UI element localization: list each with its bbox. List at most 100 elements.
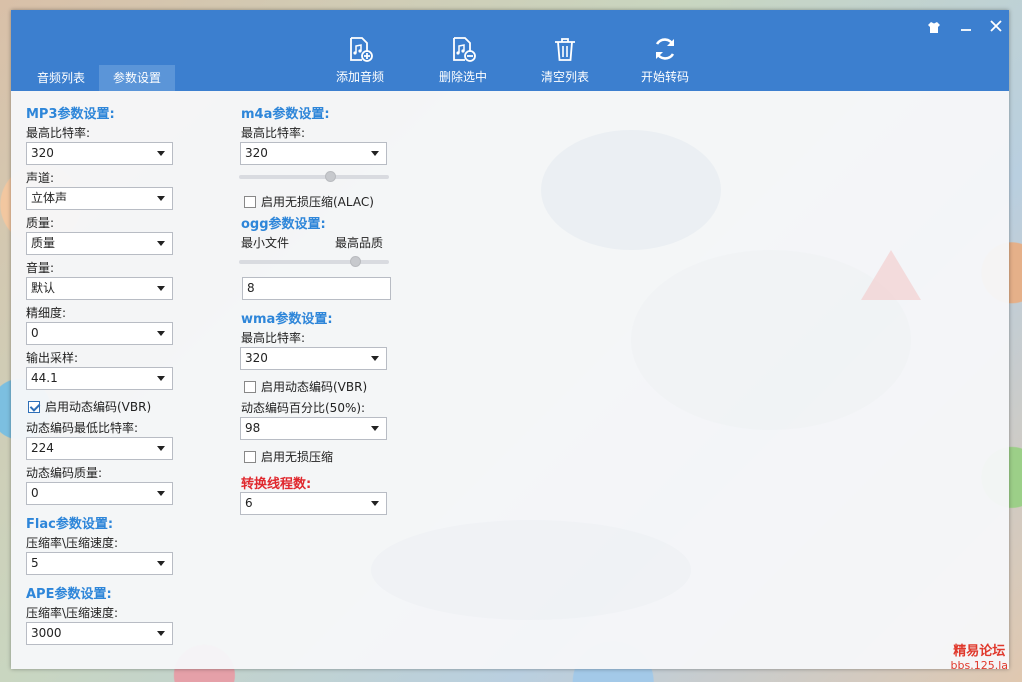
chevron-down-icon [371, 501, 379, 506]
mp3-bitrate-select[interactable]: 320 [26, 142, 173, 165]
ape-ratio-select[interactable]: 3000 [26, 622, 173, 645]
ape-section-title: APE参数设置: [26, 587, 112, 602]
mp3-vbr-min-label: 动态编码最低比特率: [26, 421, 139, 435]
clear-list-button[interactable]: 清空列表 [525, 36, 605, 85]
mp3-samplerate-value: 44.1 [31, 371, 58, 385]
wma-bitrate-select[interactable]: 320 [240, 347, 387, 370]
ogg-quality-slider[interactable] [239, 256, 389, 268]
skin-button[interactable] [924, 16, 944, 36]
chevron-down-icon [157, 241, 165, 246]
ogg-section-title: ogg参数设置: [241, 217, 326, 232]
watermark-url: bbs.125.la [950, 659, 1008, 672]
chevron-down-icon [157, 376, 165, 381]
slider-track [239, 260, 389, 264]
tab-settings[interactable]: 参数设置 [99, 65, 176, 91]
chevron-down-icon [371, 151, 379, 156]
chevron-down-icon [157, 446, 165, 451]
chevron-down-icon [157, 561, 165, 566]
ogg-max-label: 最高品质 [335, 236, 384, 250]
chevron-down-icon [157, 196, 165, 201]
mp3-vbr-quality-value: 0 [31, 486, 39, 500]
mp3-precision-select[interactable]: 0 [26, 322, 173, 345]
mp3-vbr-quality-select[interactable]: 0 [26, 482, 173, 505]
tab-bar: 音频列表 参数设置 [11, 65, 176, 91]
add-file-icon [350, 37, 373, 62]
add-audio-button[interactable]: 添加音频 [320, 36, 400, 85]
mp3-bitrate-label: 最高比特率: [26, 126, 91, 140]
wma-bitrate-value: 320 [245, 351, 268, 365]
close-icon [990, 20, 1002, 32]
mp3-quality-value: 质量 [31, 236, 56, 250]
slider-thumb[interactable] [350, 256, 361, 267]
chevron-down-icon [157, 151, 165, 156]
app-window: 音频列表 参数设置 添加音频 删除选中 清空列表 开始转码 MP3参数设置: 最… [11, 10, 1009, 669]
start-convert-button[interactable]: 开始转码 [625, 36, 705, 85]
chevron-down-icon [157, 331, 165, 336]
wma-vbr-checkbox[interactable]: 启用动态编码(VBR) [244, 378, 367, 395]
mp3-precision-value: 0 [31, 326, 39, 340]
trash-icon [555, 38, 575, 61]
flac-section-title: Flac参数设置: [26, 517, 114, 532]
checkbox-checked-icon [28, 400, 40, 413]
tab-audio-list[interactable]: 音频列表 [11, 65, 99, 91]
flac-ratio-select[interactable]: 5 [26, 552, 173, 575]
add-audio-label: 添加音频 [335, 70, 384, 84]
mp3-vbr-label: 启用动态编码(VBR) [45, 400, 152, 414]
shirt-icon [928, 22, 940, 33]
slider-track [239, 175, 389, 179]
mp3-vbr-min-select[interactable]: 224 [26, 437, 173, 460]
mp3-precision-label: 精细度: [26, 306, 67, 320]
chevron-down-icon [157, 491, 165, 496]
delete-selected-button[interactable]: 删除选中 [423, 36, 503, 85]
mp3-vbr-quality-label: 动态编码质量: [26, 466, 103, 480]
wma-vbr-percent-value: 98 [245, 421, 261, 435]
mp3-channel-value: 立体声 [31, 191, 68, 205]
ogg-quality-input[interactable]: 8 [242, 277, 391, 300]
refresh-icon [655, 38, 675, 60]
chevron-down-icon [157, 631, 165, 636]
threads-section-title: 转换线程数: [241, 477, 312, 492]
forum-watermark: 精易论坛 bbs.125.la [951, 640, 1008, 672]
ape-ratio-label: 压缩率\压缩速度: [26, 606, 119, 620]
m4a-alac-label: 启用无损压缩(ALAC) [261, 195, 374, 209]
mp3-channel-select[interactable]: 立体声 [26, 187, 173, 210]
mp3-channel-label: 声道: [26, 171, 55, 185]
checkbox-unchecked-icon [244, 380, 256, 393]
wma-bitrate-label: 最高比特率: [241, 331, 306, 345]
ape-ratio-value: 3000 [31, 626, 62, 640]
wma-vbr-percent-select[interactable]: 98 [240, 417, 387, 440]
mp3-quality-select[interactable]: 质量 [26, 232, 173, 255]
checkbox-unchecked-icon [244, 450, 256, 463]
mp3-samplerate-label: 输出采样: [26, 351, 79, 365]
wma-section-title: wma参数设置: [241, 312, 333, 327]
clear-list-label: 清空列表 [540, 70, 589, 84]
wma-lossless-label: 启用无损压缩 [261, 450, 334, 464]
m4a-quality-slider[interactable] [239, 171, 389, 183]
wma-lossless-checkbox[interactable]: 启用无损压缩 [244, 448, 333, 465]
minimize-button[interactable] [956, 16, 976, 36]
m4a-bitrate-value: 320 [245, 146, 268, 160]
ogg-min-label: 最小文件 [241, 236, 290, 250]
delete-selected-label: 删除选中 [438, 70, 487, 84]
mp3-bitrate-value: 320 [31, 146, 54, 160]
m4a-alac-checkbox[interactable]: 启用无损压缩(ALAC) [244, 193, 374, 210]
mp3-volume-label: 音量: [26, 261, 55, 275]
checkbox-unchecked-icon [244, 195, 256, 208]
mp3-samplerate-select[interactable]: 44.1 [26, 367, 173, 390]
mp3-vbr-min-value: 224 [31, 441, 54, 455]
mp3-vbr-checkbox[interactable]: 启用动态编码(VBR) [28, 398, 151, 415]
flac-ratio-label: 压缩率\压缩速度: [26, 536, 119, 550]
threads-select[interactable]: 6 [240, 492, 387, 515]
close-button[interactable] [986, 16, 1006, 36]
flac-ratio-value: 5 [31, 556, 39, 570]
m4a-bitrate-select[interactable]: 320 [240, 142, 387, 165]
wma-vbr-label: 启用动态编码(VBR) [261, 380, 368, 394]
chevron-down-icon [371, 356, 379, 361]
mp3-quality-label: 质量: [26, 216, 55, 230]
m4a-bitrate-label: 最高比特率: [241, 126, 306, 140]
minimize-icon [961, 29, 971, 31]
mp3-section-title: MP3参数设置: [26, 107, 115, 122]
mp3-volume-select[interactable]: 默认 [26, 277, 173, 300]
m4a-section-title: m4a参数设置: [241, 107, 330, 122]
slider-thumb[interactable] [325, 171, 336, 182]
